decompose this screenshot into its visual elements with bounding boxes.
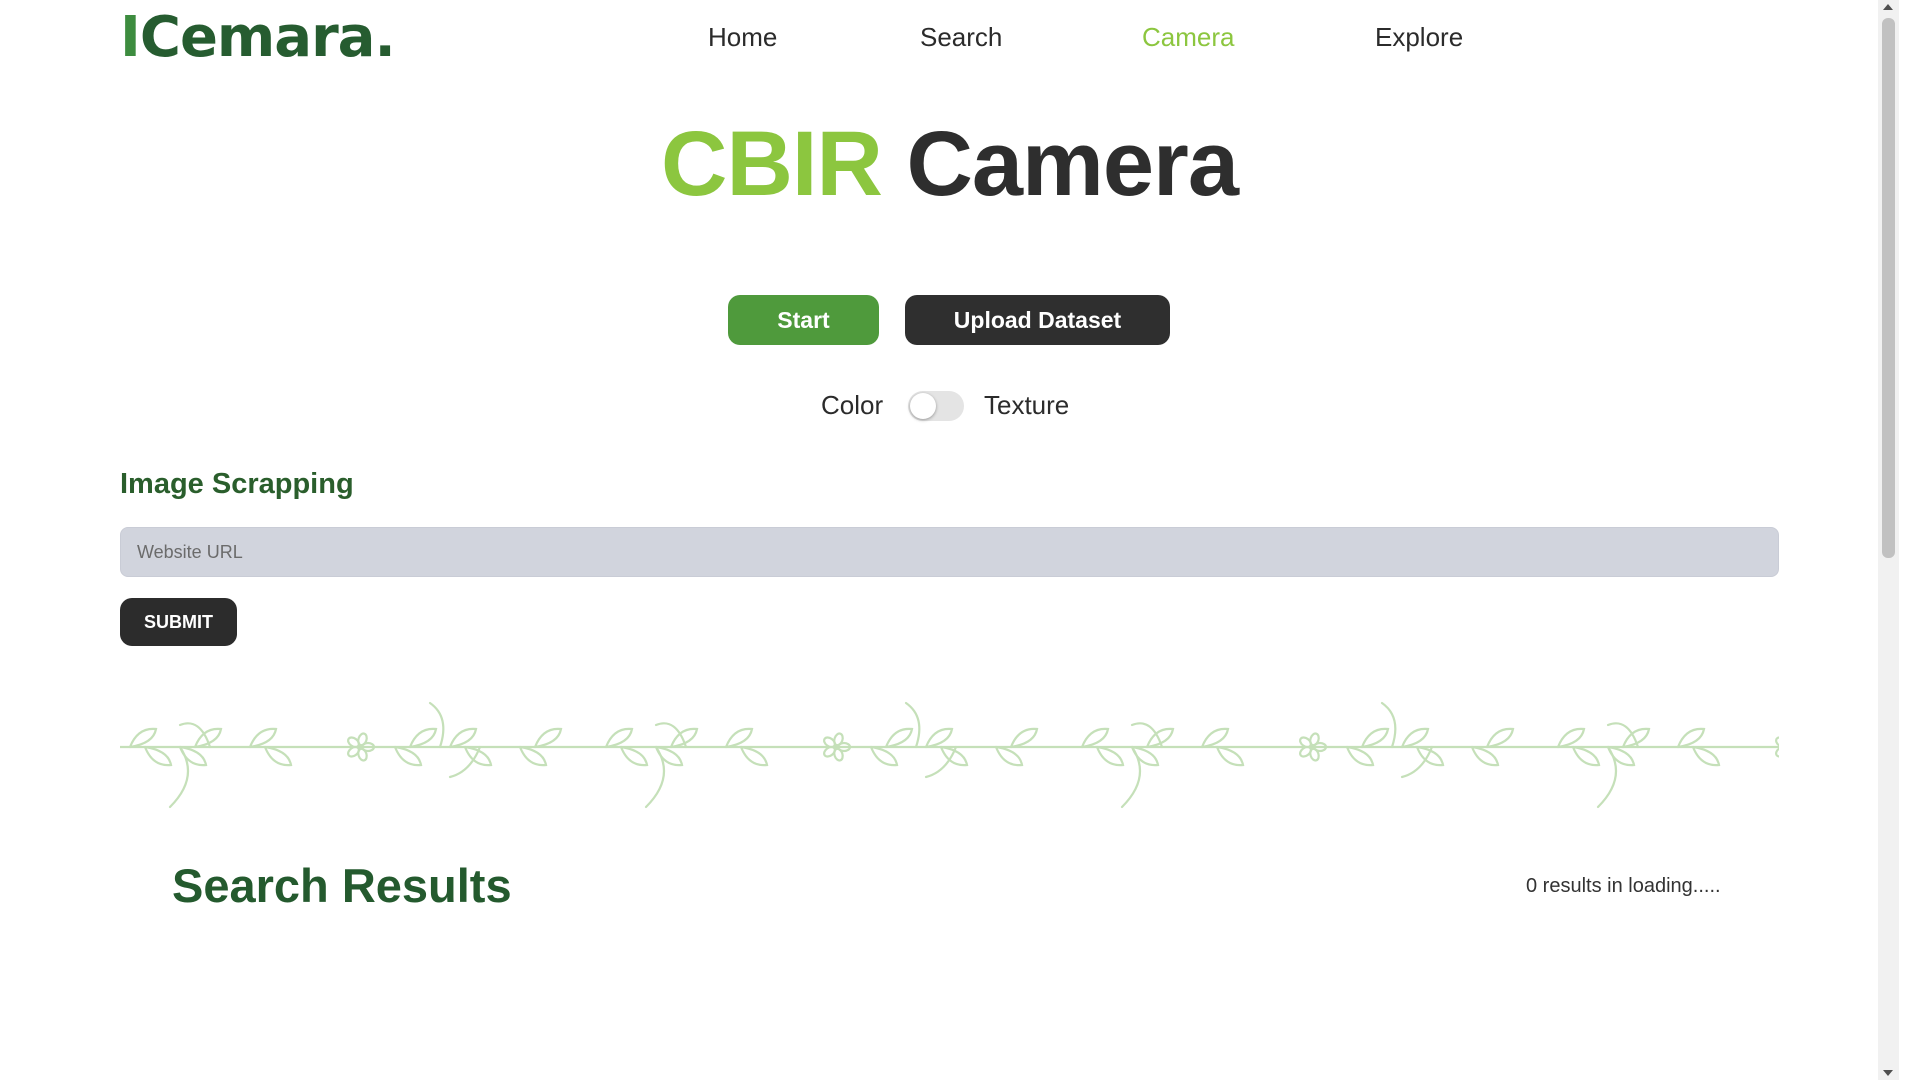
nav-search[interactable]: Search [920, 22, 1002, 53]
search-results-title: Search Results [172, 859, 512, 912]
page-title-main: Camera [906, 113, 1239, 215]
scroll-up-arrow-icon[interactable] [1883, 4, 1893, 10]
feature-toggle-row: Color Texture [0, 388, 1899, 424]
page-scrollbar[interactable] [1878, 0, 1899, 1080]
website-url-input[interactable] [120, 527, 1779, 577]
color-texture-toggle[interactable] [908, 391, 964, 421]
nav-explore[interactable]: Explore [1375, 22, 1463, 53]
toggle-label-texture: Texture [984, 390, 1070, 420]
upload-dataset-button[interactable]: Upload Dataset [905, 295, 1170, 345]
submit-button[interactable]: SUBMIT [120, 598, 237, 646]
page-title: CBIR Camera [0, 112, 1899, 218]
scroll-thumb[interactable] [1882, 18, 1895, 558]
page-title-accent: CBIR [661, 113, 883, 215]
page: I Cemara. Home Search Camera Explore CBIR… [0, 0, 1899, 1080]
start-button[interactable]: Start [728, 295, 879, 345]
image-scrapping-title: Image Scrapping [120, 468, 354, 500]
nav-home[interactable]: Home [708, 22, 777, 53]
toggle-knob [910, 393, 936, 419]
toggle-label-color: Color [821, 390, 884, 420]
results-count: 0 results in loading..... [1526, 875, 1721, 897]
nav-camera[interactable]: Camera [1142, 22, 1234, 53]
scroll-down-arrow-icon[interactable] [1883, 1070, 1893, 1076]
main-nav: Home Search Camera Explore [0, 22, 1899, 58]
leaf-vine-divider-icon [120, 701, 1779, 809]
